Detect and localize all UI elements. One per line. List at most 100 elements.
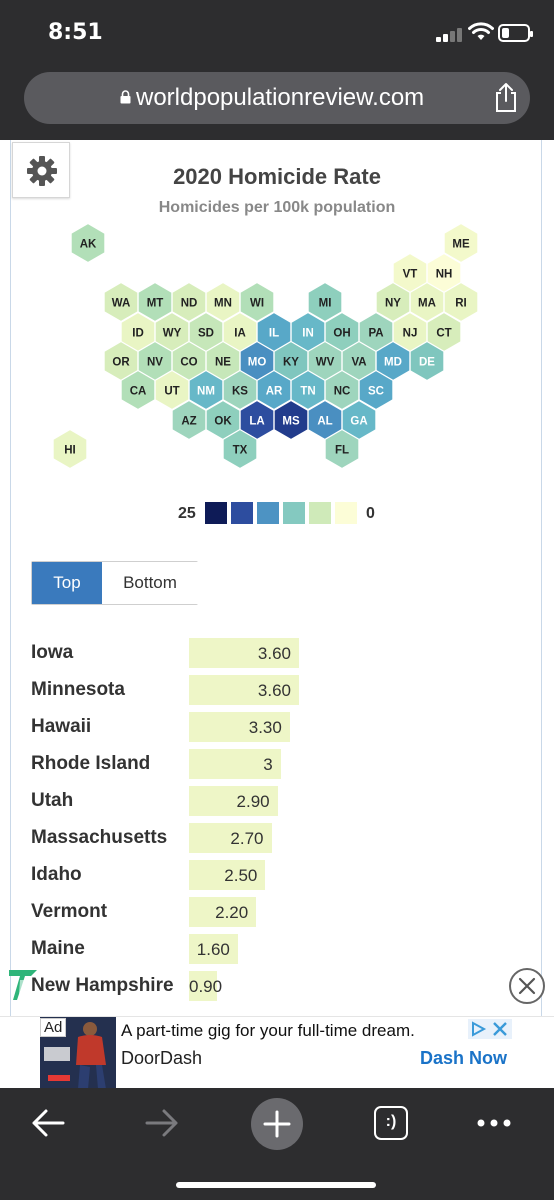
ranking-state-name: Iowa — [31, 642, 74, 663]
ad-cta-link[interactable]: Dash Now — [420, 1048, 507, 1069]
state-hex-label: ME — [452, 239, 470, 251]
lock-icon — [120, 90, 131, 104]
ranking-state-name: Hawaii — [31, 716, 92, 737]
state-hex-label: MS — [282, 416, 300, 428]
ranking-value: 3 — [263, 755, 273, 774]
state-hex-label: OH — [333, 328, 350, 340]
ranking-row: 3.60 Iowa — [0, 638, 554, 668]
ranking-state-name: Utah — [31, 790, 74, 811]
ranking-row: 3.30 Hawaii — [0, 712, 554, 742]
web-page: 2020 Homicide Rate Homicides per 100k po… — [0, 140, 554, 1016]
legend-swatch — [205, 502, 227, 524]
adchoices-icon[interactable] — [468, 1019, 512, 1039]
state-hex-label: WY — [163, 328, 182, 340]
state-hex-label: MI — [319, 298, 332, 310]
state-hex-label: NH — [436, 269, 453, 281]
plus-icon — [263, 1110, 291, 1138]
state-hex-label: MT — [147, 298, 164, 310]
more-menu-icon[interactable] — [476, 1118, 512, 1128]
ranking-row: 2.70 Massachusetts — [0, 823, 554, 853]
state-hex-label: PA — [368, 328, 383, 340]
ad-label: Ad — [40, 1018, 67, 1037]
state-hex-label: NV — [147, 357, 163, 369]
state-hex-label: VT — [403, 269, 418, 281]
ranking-row: 2.90 Utah — [0, 786, 554, 816]
state-hex-label: NM — [197, 386, 215, 398]
legend-swatch — [309, 502, 331, 524]
state-hex-label: RI — [455, 298, 467, 310]
ranking-value: 3.30 — [248, 718, 282, 737]
state-hex-hi[interactable]: HI — [52, 428, 88, 470]
ranking-value: 2.70 — [230, 829, 264, 848]
ranking-state-name: Maine — [31, 938, 85, 959]
chart-title: 2020 Homicide Rate — [173, 164, 381, 189]
back-arrow-icon[interactable] — [30, 1108, 66, 1138]
state-hex-label: IL — [269, 328, 279, 340]
ad-headline[interactable]: A part-time gig for your full-time dream… — [121, 1021, 415, 1041]
status-bar: 8:51 — [0, 0, 554, 64]
new-tab-button[interactable] — [251, 1098, 303, 1150]
address-bar[interactable]: worldpopulationreview.com — [24, 72, 530, 124]
state-hex-ak[interactable]: AK — [70, 222, 106, 264]
status-time: 8:51 — [48, 20, 103, 45]
legend-min-label: 0 — [366, 505, 375, 522]
ad-advertiser[interactable]: DoorDash — [121, 1048, 202, 1069]
state-hex-label: VA — [351, 357, 366, 369]
state-hex-label: KS — [232, 386, 248, 398]
ranking-row: 2.50 Idaho — [0, 860, 554, 890]
ranking-state-name: New Hampshire — [31, 975, 174, 996]
state-hex-label: NY — [385, 298, 401, 310]
battery-icon — [498, 24, 533, 42]
state-hex-label: CT — [436, 328, 451, 340]
legend-max-label: 25 — [178, 505, 196, 522]
forward-arrow-icon[interactable] — [144, 1108, 180, 1138]
state-hex-label: AK — [80, 239, 97, 251]
ad-banner[interactable]: Ad A part-time gig for your full-time dr… — [0, 1016, 554, 1089]
state-hex-label: OR — [112, 357, 130, 369]
battery-level — [502, 28, 510, 38]
ranking-value: 0.90 — [189, 977, 223, 996]
state-hex-label: MA — [418, 298, 436, 310]
state-hex-label: CO — [180, 357, 197, 369]
state-hex-label: CA — [130, 386, 147, 398]
us-hexmap: AK ME VT NH WA MT ND MN WI MI NY MA RI ID WY SD IA IL IN OH… — [52, 222, 479, 470]
share-icon[interactable] — [492, 82, 520, 114]
state-hex-label: FL — [335, 445, 349, 457]
ranking-state-name: Massachusetts — [31, 827, 168, 848]
state-hex-label: TX — [233, 445, 248, 457]
state-hex-label: ND — [181, 298, 198, 310]
ranking-state-name: Idaho — [31, 864, 82, 885]
ranking-value: 2.50 — [224, 866, 258, 885]
legend-swatch — [257, 502, 279, 524]
state-hex-label: MO — [248, 357, 267, 369]
state-hex-label: MD — [384, 357, 402, 369]
state-hex-label: TN — [300, 386, 315, 398]
ranking-state-name: Rhode Island — [31, 753, 151, 774]
top-button[interactable]: Top — [32, 562, 102, 604]
legend-swatch — [283, 502, 305, 524]
state-hex-label: SC — [368, 386, 384, 398]
chart-subtitle: Homicides per 100k population — [158, 199, 396, 216]
ranking-value: 2.20 — [215, 903, 249, 922]
ranking-state-name: Vermont — [31, 901, 108, 922]
tabs-button[interactable]: :) — [374, 1106, 408, 1140]
ranking-row: 3.60 Minnesota — [0, 675, 554, 705]
state-hex-label: OK — [214, 416, 232, 428]
floating-logo-icon[interactable] — [6, 966, 40, 1002]
state-hex-label: DE — [419, 357, 435, 369]
wifi-icon — [468, 22, 494, 40]
state-hex-label: NE — [215, 357, 231, 369]
state-hex-label: NC — [334, 386, 351, 398]
state-hex-label: AZ — [181, 416, 196, 428]
bottom-button[interactable]: Bottom — [102, 562, 198, 604]
state-hex-label: SD — [198, 328, 214, 340]
state-hex-label: IA — [234, 328, 246, 340]
close-ad-button[interactable] — [509, 968, 545, 1004]
state-hex-label: KY — [283, 357, 299, 369]
legend-swatch — [335, 502, 357, 524]
ranking-row: 3 Rhode Island — [0, 749, 554, 779]
cellular-signal-icon — [436, 26, 464, 42]
ranking-state-name: Minnesota — [31, 679, 125, 700]
ranking-value: 3.60 — [257, 681, 291, 700]
url-text[interactable]: worldpopulationreview.com — [136, 84, 424, 112]
